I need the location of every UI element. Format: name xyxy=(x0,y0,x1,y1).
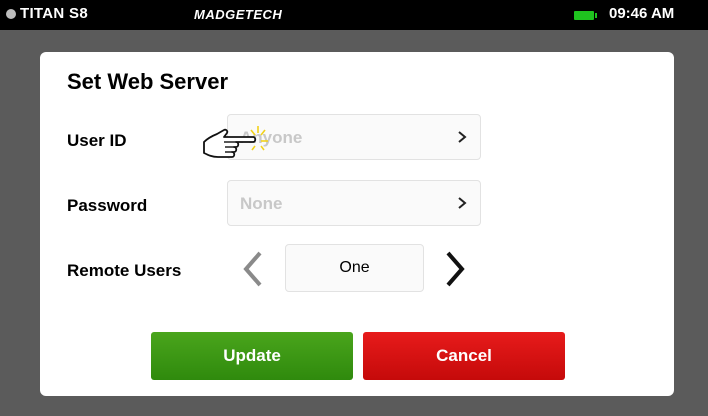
device-screen: TITAN S8 MADGETECH 09:46 AM Set Web Serv… xyxy=(0,0,708,416)
password-label: Password xyxy=(67,196,148,215)
password-value: None xyxy=(240,194,283,213)
dialog-title: Set Web Server xyxy=(67,69,229,94)
chevron-right-icon xyxy=(458,131,467,143)
remote-users-value-box: One xyxy=(285,244,424,292)
remote-users-label: Remote Users xyxy=(67,261,182,280)
clock: 09:46 AM xyxy=(609,5,675,22)
device-name: TITAN S8 xyxy=(20,5,88,22)
user-id-label: User ID xyxy=(67,131,127,150)
set-web-server-dialog: Set Web Server User ID Anyone Password N… xyxy=(40,52,674,396)
brand-logo: MADGETECH xyxy=(194,7,283,22)
remote-users-value: One xyxy=(339,259,370,276)
update-button[interactable]: Update xyxy=(151,332,353,380)
decrement-arrow-icon[interactable] xyxy=(238,247,268,291)
chevron-right-icon xyxy=(458,197,467,209)
increment-arrow-icon[interactable] xyxy=(440,247,470,291)
tap-hand-icon xyxy=(203,126,268,158)
status-indicator-icon xyxy=(6,9,16,19)
status-bar: TITAN S8 MADGETECH 09:46 AM xyxy=(0,0,708,30)
battery-icon xyxy=(574,11,597,20)
password-field[interactable]: None xyxy=(227,180,481,226)
cancel-button[interactable]: Cancel xyxy=(363,332,565,380)
